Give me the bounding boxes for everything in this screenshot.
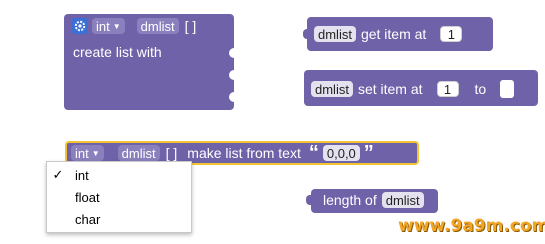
type-dropdown[interactable]: int ▼ <box>92 18 125 34</box>
list-variable-field[interactable]: dmlist <box>314 26 356 42</box>
list-variable-field[interactable]: dmlist <box>381 192 424 208</box>
set-item-block[interactable]: dmlist set item at 1 to <box>304 70 538 106</box>
block-label: create list with <box>73 44 162 60</box>
block-label: get item at <box>360 26 427 42</box>
type-dropdown[interactable]: int ▼ <box>71 145 104 161</box>
text-input[interactable]: 0,0,0 <box>322 145 360 161</box>
close-quote-icon: ” <box>363 142 374 164</box>
menu-item-int[interactable]: ✓ int <box>47 164 191 186</box>
index-input[interactable]: 1 <box>436 81 459 97</box>
index-value: 1 <box>443 81 452 97</box>
variable-name-field[interactable]: dmlist <box>117 145 160 161</box>
brackets-label: [ ] <box>184 18 197 34</box>
variable-name: dmlist <box>140 18 175 34</box>
value-input-socket[interactable] <box>500 80 515 98</box>
variable-name-field[interactable]: dmlist <box>136 18 179 34</box>
menu-item-label: float <box>75 189 100 205</box>
index-input[interactable]: 1 <box>440 26 463 42</box>
index-value: 1 <box>447 26 455 42</box>
type-value: int <box>96 18 110 34</box>
variable-name: dmlist <box>385 192 420 208</box>
chevron-down-icon: ▼ <box>91 148 100 158</box>
watermark: www.9a9m.com <box>398 216 545 236</box>
chevron-down-icon: ▼ <box>112 21 121 31</box>
menu-item-float[interactable]: float <box>47 186 191 208</box>
checkmark-icon: ✓ <box>52 167 64 182</box>
block-label: length of <box>323 192 377 208</box>
type-dropdown-menu: ✓ int float char <box>46 161 192 233</box>
menu-item-char[interactable]: char <box>47 208 191 230</box>
brackets-label: [ ] <box>165 145 178 161</box>
block-label: make list from text <box>187 145 301 161</box>
open-quote-icon: “ <box>308 142 319 164</box>
text-value: 0,0,0 <box>326 145 356 161</box>
menu-item-label: int <box>75 167 89 183</box>
list-variable-field[interactable]: dmlist <box>311 81 353 97</box>
variable-name: dmlist <box>315 81 349 97</box>
variable-name: dmlist <box>318 26 352 42</box>
type-value: int <box>75 145 89 161</box>
create-list-block[interactable]: int ▼ dmlist [ ] create list with <box>64 14 235 110</box>
get-item-block[interactable]: dmlist get item at 1 <box>303 17 493 51</box>
block-label: set item at <box>357 81 423 97</box>
to-label: to <box>474 81 487 97</box>
variable-name: dmlist <box>121 145 156 161</box>
length-of-block[interactable]: length of dmlist <box>306 189 438 213</box>
menu-item-label: char <box>75 211 101 227</box>
gear-icon[interactable] <box>72 18 88 34</box>
